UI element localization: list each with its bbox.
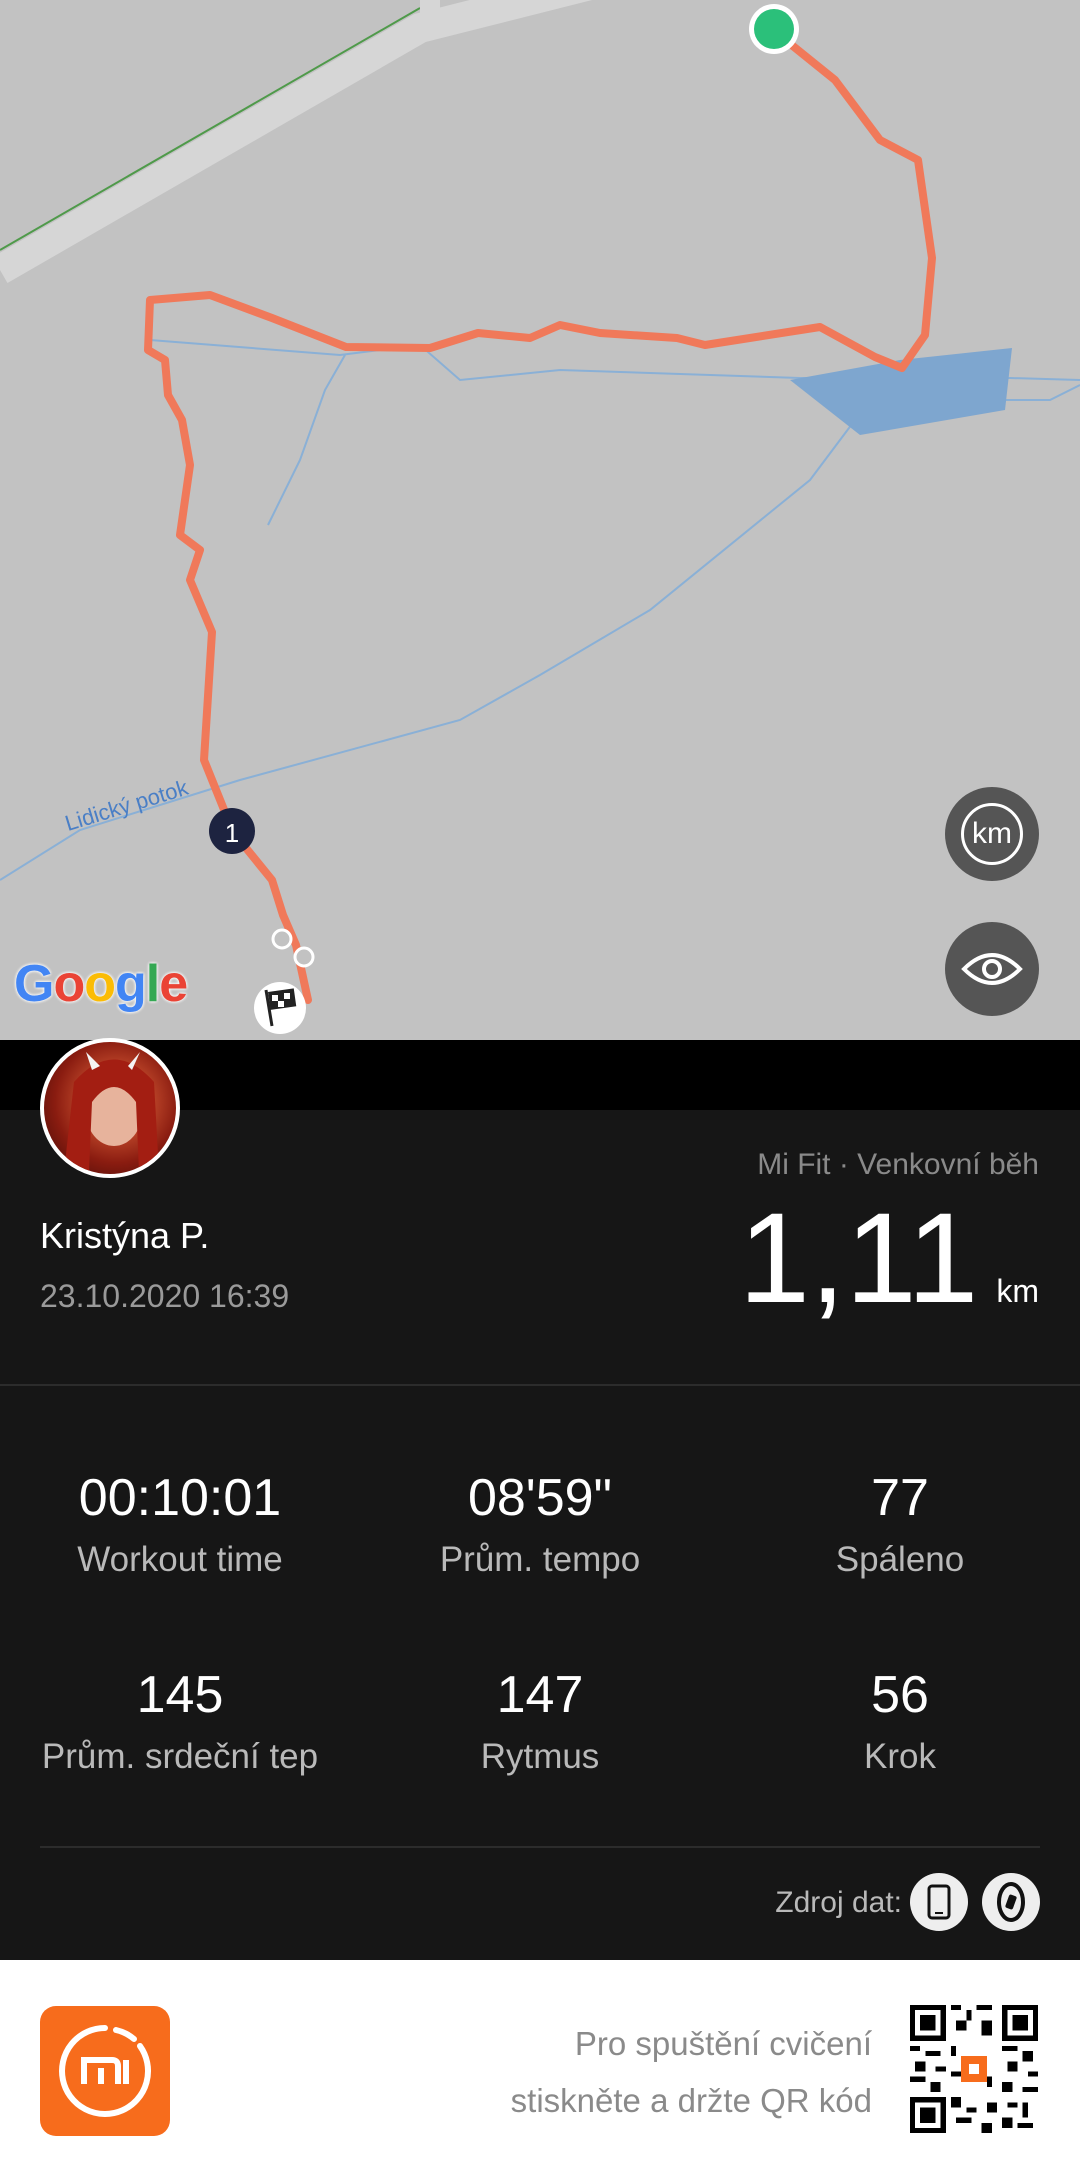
workout-source: Mi Fit · Venkovní běh: [757, 1148, 1039, 1181]
avatar[interactable]: [40, 1038, 180, 1178]
distance-value: 1,11: [738, 1187, 979, 1330]
stat-stride: 56 Krok: [720, 1669, 1080, 1777]
stat-value: 56: [871, 1666, 929, 1724]
divider: [40, 1846, 1040, 1848]
band-icon[interactable]: [982, 1873, 1040, 1931]
stat-label: Spáleno: [835, 1540, 965, 1579]
workout-date: 23.10.2020 16:39: [40, 1278, 290, 1314]
unit-toggle-button[interactable]: km: [945, 787, 1039, 881]
qr-code[interactable]: [910, 2005, 1038, 2133]
stat-value: 145: [136, 1666, 224, 1724]
stat-value: 08'59": [467, 1469, 613, 1527]
stat-avg-pace: 08'59" Prům. tempo: [360, 1472, 720, 1580]
visibility-toggle-button[interactable]: [945, 922, 1039, 1016]
stat-calories: 77 Spáleno: [720, 1472, 1080, 1580]
user-name: Kristýna P.: [40, 1215, 210, 1256]
stat-value: 77: [871, 1469, 929, 1527]
phone-icon[interactable]: [910, 1873, 968, 1931]
stat-workout-time: 00:10:01 Workout time: [0, 1472, 360, 1580]
distance: 1,11 km: [739, 1195, 1039, 1323]
mi-logo-glyph: [59, 2025, 152, 2117]
google-logo: Google: [14, 955, 188, 1013]
route-map[interactable]: 1 Lidický potok Google km: [0, 0, 1080, 1040]
mi-logo: [40, 2006, 170, 2136]
distance-unit: km: [996, 1273, 1039, 1309]
divider: [0, 1384, 1080, 1386]
checkered-flag-icon: [254, 982, 306, 1034]
stat-avg-heart-rate: 145 Prům. srdeční tep: [0, 1669, 360, 1777]
stat-cadence: 147 Rytmus: [360, 1669, 720, 1777]
lap-marker: 1: [225, 818, 239, 848]
stat-label: Prům. tempo: [439, 1540, 641, 1579]
stat-value: 00:10:01: [78, 1469, 282, 1527]
qr-hint-line1: Pro spuštění cvičení: [574, 2025, 872, 2062]
data-source-label: Zdroj dat:: [775, 1886, 902, 1919]
band-glyph: [997, 1882, 1025, 1922]
map-canvas: 1: [0, 0, 1080, 1034]
eye-icon: [961, 953, 1023, 985]
stat-label: Rytmus: [480, 1737, 600, 1776]
stat-label: Krok: [864, 1737, 936, 1776]
phone-glyph: [927, 1884, 951, 1920]
km-label: km: [961, 803, 1023, 865]
qr-hint-line2: stiskněte a držte QR kód: [510, 2082, 872, 2119]
avatar-image: [64, 1052, 159, 1172]
stat-value: 147: [496, 1666, 584, 1724]
stat-label: Prům. srdeční tep: [41, 1737, 319, 1776]
stat-label: Workout time: [77, 1540, 283, 1579]
